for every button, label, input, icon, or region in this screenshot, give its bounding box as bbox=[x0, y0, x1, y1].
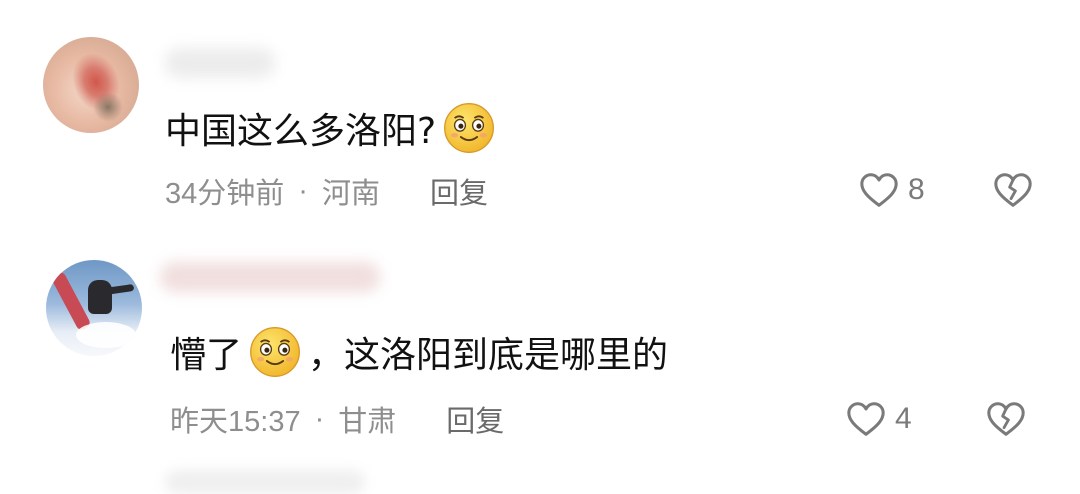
comment-text-before: 懵了 bbox=[170, 335, 243, 376]
heart-outline-icon bbox=[860, 173, 898, 207]
like-button[interactable]: 4 bbox=[845, 397, 912, 441]
comment-time: 34分钟前 bbox=[165, 178, 285, 210]
comment-text-before: 中国这么多洛阳? bbox=[165, 111, 437, 152]
broken-heart-outline-icon[interactable] bbox=[985, 399, 1027, 439]
comment-location: 河南 bbox=[321, 178, 380, 210]
comment-meta: 昨天15:37 · 甘肃 回复 bbox=[170, 399, 504, 439]
next-comment-username-blurred bbox=[165, 470, 365, 494]
like-count: 8 bbox=[908, 173, 925, 206]
avatar-art-snow bbox=[76, 322, 136, 348]
username-blurred[interactable] bbox=[165, 48, 275, 78]
meta-separator: · bbox=[314, 402, 325, 435]
reply-button[interactable]: 回复 bbox=[446, 398, 504, 440]
broken-heart-outline-icon[interactable] bbox=[992, 170, 1034, 210]
heart-outline-icon bbox=[847, 402, 885, 436]
comment-time: 昨天15:37 bbox=[170, 406, 301, 438]
comment-item: 懵了 ，这洛阳到底是哪里的 昨天15:37 · 甘肃 回复 4 bbox=[0, 240, 1080, 470]
like-button[interactable]: 8 bbox=[858, 168, 925, 212]
like-count: 4 bbox=[895, 402, 912, 435]
comment-location: 甘肃 bbox=[338, 406, 397, 438]
avatar[interactable] bbox=[43, 37, 139, 133]
avatar-art-rider bbox=[88, 280, 112, 314]
username-blurred[interactable] bbox=[160, 262, 380, 292]
avatar-art-shadow bbox=[93, 92, 123, 122]
smiling-face-emoji-icon bbox=[444, 103, 495, 153]
smiling-face-emoji-icon bbox=[250, 327, 300, 377]
comment-item: 中国这么多洛阳? 34分钟前 · 河南 回复 8 bbox=[0, 0, 1080, 230]
comment-meta: 34分钟前 · 河南 回复 bbox=[165, 171, 488, 211]
avatar-art-board bbox=[50, 270, 92, 332]
meta-separator: · bbox=[298, 174, 308, 207]
comment-text-after: ，这洛阳到底是哪里的 bbox=[308, 335, 669, 376]
avatar[interactable] bbox=[46, 260, 142, 356]
comment-text: 中国这么多洛阳? bbox=[165, 103, 502, 153]
comment-text: 懵了 ，这洛阳到底是哪里的 bbox=[170, 327, 668, 377]
reply-button[interactable]: 回复 bbox=[430, 170, 488, 212]
